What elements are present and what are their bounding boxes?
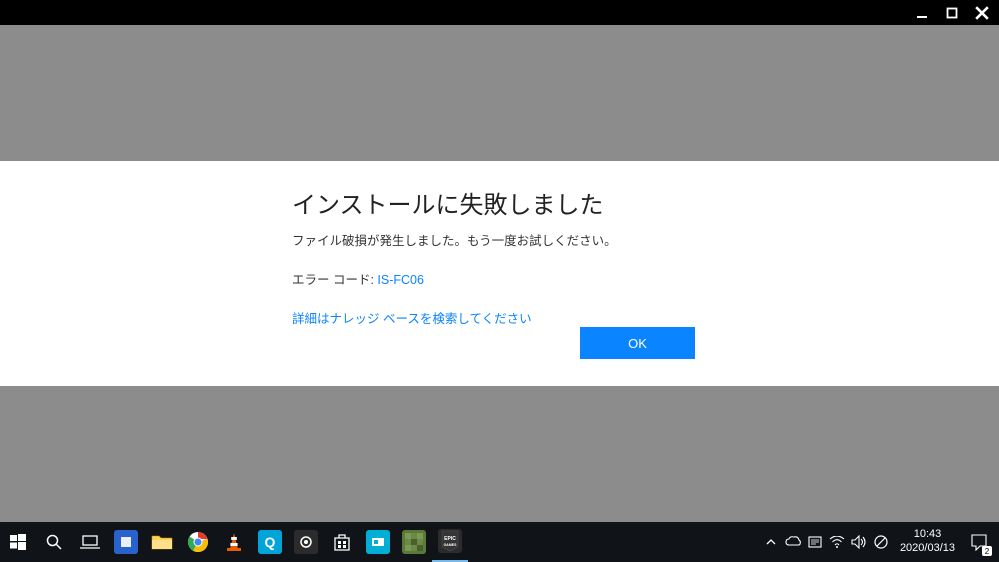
tray-input-icon[interactable] bbox=[804, 522, 826, 562]
error-code-line: エラー コード: IS-FC06 bbox=[292, 269, 712, 288]
search-button[interactable] bbox=[36, 522, 72, 562]
clock-time: 10:43 bbox=[914, 528, 942, 542]
error-code-value[interactable]: IS-FC06 bbox=[377, 273, 424, 287]
maximize-button[interactable] bbox=[943, 4, 961, 22]
tray-chevron-up-icon[interactable] bbox=[760, 522, 782, 562]
error-dialog: インストールに失敗しました ファイル破損が発生しました。もう一度お試しください。… bbox=[0, 161, 999, 386]
taskbar: Q EPICGAMES bbox=[0, 522, 999, 562]
microsoft-store-button[interactable] bbox=[324, 522, 360, 562]
clock[interactable]: 10:43 2020/03/13 bbox=[892, 528, 963, 556]
ok-button[interactable]: OK bbox=[580, 327, 695, 359]
error-code-label: エラー コード: bbox=[292, 273, 377, 287]
svg-text:EPIC: EPIC bbox=[444, 536, 456, 542]
file-explorer-button[interactable] bbox=[144, 522, 180, 562]
taskbar-app-cyan[interactable] bbox=[360, 522, 396, 562]
chrome-button[interactable] bbox=[180, 522, 216, 562]
notification-badge: 2 bbox=[982, 546, 992, 556]
dialog-title: インストールに失敗しました bbox=[292, 185, 712, 220]
vlc-button[interactable] bbox=[216, 522, 252, 562]
start-button[interactable] bbox=[0, 522, 36, 562]
taskbar-app-blue[interactable] bbox=[108, 522, 144, 562]
minecraft-button[interactable] bbox=[396, 522, 432, 562]
dialog-content: インストールに失敗しました ファイル破損が発生しました。もう一度お試しください。… bbox=[292, 185, 712, 328]
app-body: インストールに失敗しました ファイル破損が発生しました。もう一度お試しください。… bbox=[0, 25, 999, 522]
tray-wifi-icon[interactable] bbox=[826, 522, 848, 562]
taskbar-app-gear[interactable] bbox=[288, 522, 324, 562]
taskbar-app-q[interactable]: Q bbox=[252, 522, 288, 562]
minimize-button[interactable] bbox=[913, 4, 931, 22]
notification-center-button[interactable]: 2 bbox=[963, 522, 995, 562]
dialog-subtitle: ファイル破損が発生しました。もう一度お試しください。 bbox=[292, 230, 712, 249]
tray-onedrive-icon[interactable] bbox=[782, 522, 804, 562]
clock-date: 2020/03/13 bbox=[900, 542, 955, 556]
tray-no-entry-icon[interactable] bbox=[870, 522, 892, 562]
epic-games-button[interactable]: EPICGAMES bbox=[432, 522, 468, 562]
titlebar bbox=[0, 0, 999, 25]
tray-volume-icon[interactable] bbox=[848, 522, 870, 562]
close-button[interactable] bbox=[973, 4, 991, 22]
taskbar-left: Q EPICGAMES bbox=[0, 522, 468, 562]
svg-text:GAMES: GAMES bbox=[444, 543, 458, 547]
task-view-button[interactable] bbox=[72, 522, 108, 562]
kb-search-link[interactable]: 詳細はナレッジ ベースを検索してください bbox=[292, 308, 532, 327]
taskbar-right: 10:43 2020/03/13 2 bbox=[760, 522, 999, 562]
